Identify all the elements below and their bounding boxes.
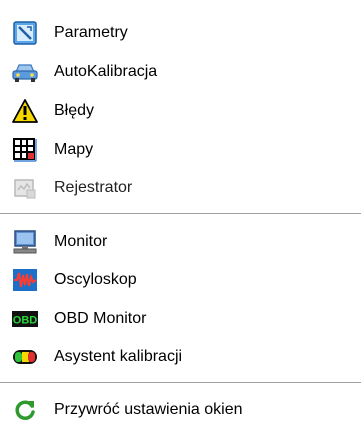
recorder-icon [12, 175, 38, 201]
menu-item-oscyloskop[interactable]: Oscyloskop [0, 261, 361, 299]
menu-item-obd-monitor[interactable]: OBD OBD Monitor [0, 300, 361, 338]
menu-item-label: AutoKalibracja [54, 63, 158, 80]
calibration-assistant-icon [12, 344, 38, 370]
menu-item-label: Mapy [54, 141, 94, 158]
menu-item-label: Monitor [54, 233, 108, 250]
oscilloscope-icon [12, 267, 38, 293]
menu-item-bledy[interactable]: Błędy [0, 92, 361, 130]
menu-separator [0, 382, 361, 384]
menu-item-label: Parametry [54, 24, 128, 41]
menu-item-parametry[interactable]: Parametry [0, 14, 361, 52]
menu-item-mapy[interactable]: Mapy [0, 131, 361, 169]
menu-item-label: Asystent kalibracji [54, 348, 183, 365]
context-menu: Parametry AutoKalibracja Błędy Mapy Reje… [0, 0, 361, 425]
warning-icon [12, 98, 38, 124]
menu-item-label: OBD Monitor [54, 310, 147, 327]
map-grid-icon [12, 137, 38, 163]
menu-item-asystent-kalibracji[interactable]: Asystent kalibracji [0, 338, 361, 376]
menu-item-autokalibracja[interactable]: AutoKalibracja [0, 53, 361, 91]
menu-item-monitor[interactable]: Monitor [0, 223, 361, 261]
menu-separator [0, 213, 361, 215]
monitor-icon [12, 229, 38, 255]
menu-item-label: Oscyloskop [54, 271, 137, 288]
menu-item-restore-window-settings[interactable]: Przywróć ustawienia okien [0, 391, 361, 425]
parameters-icon [12, 20, 38, 46]
menu-item-label: Błędy [54, 102, 95, 119]
menu-item-rejestrator[interactable]: Rejestrator [0, 169, 361, 207]
refresh-icon [12, 397, 38, 423]
menu-item-label: Przywróć ustawienia okien [54, 401, 243, 418]
menu-item-label: Rejestrator [54, 179, 133, 196]
obd-icon: OBD [12, 306, 38, 332]
car-icon [12, 59, 38, 85]
obd-icon-text: OBD [13, 315, 38, 327]
